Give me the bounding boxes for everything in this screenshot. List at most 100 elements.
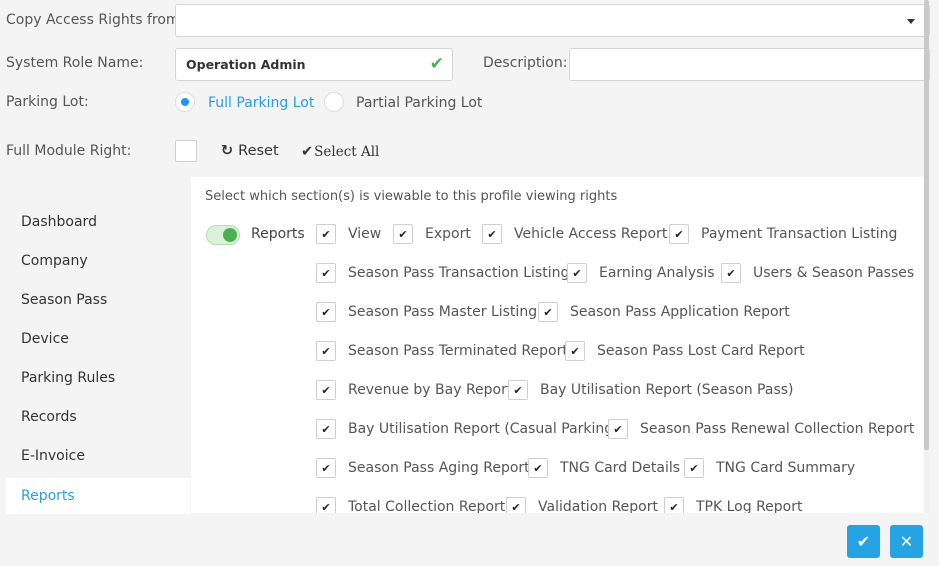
- valid-check-icon: ✔: [429, 54, 444, 74]
- permission-label: Season Pass Application Report: [570, 304, 790, 320]
- checkbox-checked-icon[interactable]: ✔: [316, 419, 336, 439]
- permission-season-pass-master-listing[interactable]: ✔ Season Pass Master Listing: [316, 300, 537, 324]
- checkbox-checked-icon[interactable]: ✔: [393, 224, 413, 244]
- close-icon: ✕: [899, 532, 914, 551]
- check-icon: ✔: [856, 532, 871, 551]
- parking-lot-label: Parking Lot:: [6, 94, 89, 110]
- checkbox-checked-icon[interactable]: ✔: [506, 497, 526, 513]
- reports-toggle-label: Reports: [251, 226, 305, 242]
- checkbox-checked-icon[interactable]: ✔: [316, 497, 336, 513]
- permission-label: Bay Utilisation Report (Casual Parking): [348, 421, 619, 437]
- permission-label: Season Pass Master Listing: [348, 304, 538, 320]
- permission-vehicle-access-report[interactable]: ✔ Vehicle Access Report: [482, 222, 667, 246]
- reports-toggle[interactable]: [206, 225, 240, 245]
- confirm-button[interactable]: ✔: [847, 525, 880, 558]
- permission-label: Season Pass Transaction Listing: [348, 265, 570, 281]
- permission-view[interactable]: ✔ View: [316, 222, 381, 246]
- description-input[interactable]: [569, 48, 930, 81]
- refresh-icon: ↻: [221, 143, 234, 159]
- permission-label: Season Pass Terminated Report: [348, 343, 568, 359]
- checkbox-checked-icon[interactable]: ✔: [567, 263, 587, 283]
- checkbox-checked-icon[interactable]: ✔: [608, 419, 628, 439]
- system-role-input[interactable]: Operation Admin ✔: [175, 48, 453, 81]
- permission-label: Vehicle Access Report: [514, 226, 668, 242]
- permission-label: Total Collection Report: [348, 499, 506, 513]
- reset-label: Reset: [238, 143, 279, 159]
- permission-label: View: [348, 226, 382, 242]
- permission-label: Season Pass Aging Report: [348, 460, 530, 476]
- toggle-knob: [223, 228, 237, 242]
- sidebar-item-season-pass[interactable]: Season Pass: [6, 282, 190, 318]
- sidebar-item-reports[interactable]: Reports: [6, 478, 190, 514]
- copy-access-select[interactable]: [175, 4, 930, 37]
- checkbox-checked-icon[interactable]: ✔: [316, 263, 336, 283]
- checkbox-checked-icon[interactable]: ✔: [316, 380, 336, 400]
- permission-tpk-log-report[interactable]: ✔ TPK Log Report: [664, 495, 803, 513]
- radio-full-parking-lot[interactable]: [175, 92, 195, 112]
- checkbox-checked-icon[interactable]: ✔: [482, 224, 502, 244]
- checkbox-checked-icon[interactable]: ✔: [316, 302, 336, 322]
- checkbox-checked-icon[interactable]: ✔: [316, 341, 336, 361]
- permission-label: TNG Card Summary: [716, 460, 856, 476]
- panel-hint: Select which section(s) is viewable to t…: [205, 189, 618, 204]
- permission-label: Earning Analysis: [599, 265, 715, 281]
- permission-users-season-passes[interactable]: ✔ Users & Season Passes: [721, 261, 914, 285]
- permission-season-pass-terminated-report[interactable]: ✔ Season Pass Terminated Report: [316, 339, 568, 363]
- permission-label: Validation Report: [538, 499, 658, 513]
- permission-label: Season Pass Lost Card Report: [597, 343, 805, 359]
- permission-bay-utilisation-report-season-pass[interactable]: ✔ Bay Utilisation Report (Season Pass): [508, 378, 794, 402]
- checkbox-checked-icon[interactable]: ✔: [684, 458, 704, 478]
- checkbox-checked-icon[interactable]: ✔: [316, 224, 336, 244]
- permission-label: TPK Log Report: [696, 499, 803, 513]
- radio-partial-parking-lot[interactable]: [324, 92, 344, 112]
- permission-payment-transaction-listing[interactable]: ✔ Payment Transaction Listing: [669, 222, 897, 246]
- permission-season-pass-lost-card-report[interactable]: ✔ Season Pass Lost Card Report: [565, 339, 805, 363]
- permission-label: Bay Utilisation Report (Season Pass): [540, 382, 794, 398]
- full-parking-lot-label[interactable]: Full Parking Lot: [208, 93, 314, 113]
- permission-bay-utilisation-report-casual-parking[interactable]: ✔ Bay Utilisation Report (Casual Parking): [316, 417, 619, 441]
- permission-season-pass-aging-report[interactable]: ✔ Season Pass Aging Report: [316, 456, 530, 480]
- copy-access-label: Copy Access Rights from:: [6, 12, 185, 28]
- select-all-button[interactable]: ✔Select All: [301, 142, 379, 162]
- permission-validation-report[interactable]: ✔ Validation Report: [506, 495, 658, 513]
- permission-season-pass-application-report[interactable]: ✔ Season Pass Application Report: [538, 300, 790, 324]
- permission-label: Export: [425, 226, 471, 242]
- system-role-label: System Role Name:: [6, 55, 144, 71]
- sidebar-item-records[interactable]: Records: [6, 399, 190, 435]
- checkbox-checked-icon[interactable]: ✔: [664, 497, 684, 513]
- checkbox-checked-icon[interactable]: ✔: [669, 224, 689, 244]
- sidebar-item-e-invoice[interactable]: E-Invoice: [6, 438, 190, 474]
- description-label: Description:: [483, 55, 568, 71]
- reset-button[interactable]: ↻ Reset: [221, 141, 279, 161]
- sidebar-item-company[interactable]: Company: [6, 243, 190, 279]
- permission-season-pass-renewal-collection-report[interactable]: ✔ Season Pass Renewal Collection Report: [608, 417, 914, 441]
- scrollbar-thumb[interactable]: [924, 0, 929, 450]
- permission-tng-card-summary[interactable]: ✔ TNG Card Summary: [684, 456, 855, 480]
- partial-parking-lot-label[interactable]: Partial Parking Lot: [356, 93, 482, 113]
- checkbox-checked-icon[interactable]: ✔: [508, 380, 528, 400]
- permission-label: Revenue by Bay Report: [348, 382, 513, 398]
- permission-label: Users & Season Passes: [753, 265, 915, 281]
- checkbox-checked-icon[interactable]: ✔: [565, 341, 585, 361]
- permission-export[interactable]: ✔ Export: [393, 222, 471, 246]
- permissions-panel: Select which section(s) is viewable to t…: [191, 177, 924, 513]
- checkbox-checked-icon[interactable]: ✔: [528, 458, 548, 478]
- checkbox-checked-icon[interactable]: ✔: [721, 263, 741, 283]
- permission-tng-card-details[interactable]: ✔ TNG Card Details: [528, 456, 680, 480]
- select-all-label: Select All: [314, 144, 380, 160]
- full-module-checkbox[interactable]: [175, 140, 197, 162]
- sidebar-item-dashboard[interactable]: Dashboard: [6, 204, 190, 240]
- caret-down-icon: [907, 19, 915, 24]
- system-role-value: Operation Admin: [186, 57, 306, 72]
- permission-label: Payment Transaction Listing: [701, 226, 898, 242]
- sidebar-item-device[interactable]: Device: [6, 321, 190, 357]
- cancel-button[interactable]: ✕: [890, 525, 923, 558]
- permission-season-pass-transaction-listing[interactable]: ✔ Season Pass Transaction Listing: [316, 261, 569, 285]
- permission-revenue-by-bay-report[interactable]: ✔ Revenue by Bay Report: [316, 378, 512, 402]
- permission-earning-analysis[interactable]: ✔ Earning Analysis: [567, 261, 715, 285]
- permission-total-collection-report[interactable]: ✔ Total Collection Report: [316, 495, 505, 513]
- sidebar-item-parking-rules[interactable]: Parking Rules: [6, 360, 190, 396]
- checkbox-checked-icon[interactable]: ✔: [316, 458, 336, 478]
- full-module-label: Full Module Right:: [6, 143, 132, 159]
- checkbox-checked-icon[interactable]: ✔: [538, 302, 558, 322]
